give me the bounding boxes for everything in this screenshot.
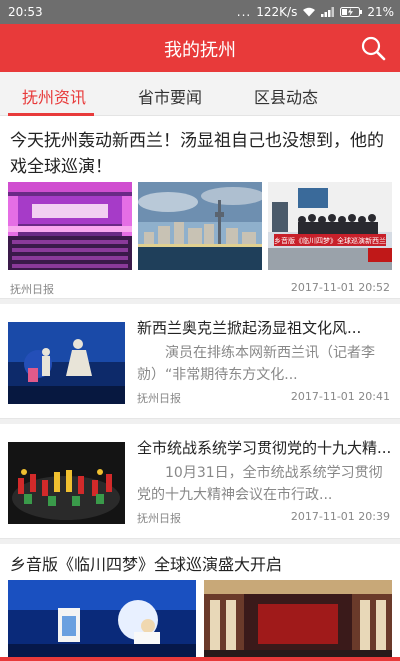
featured-thumbnails: 乡音版《临川四梦》全球巡演新西兰: [8, 182, 392, 270]
battery-level: 21%: [367, 5, 394, 19]
featured-article-2[interactable]: 乡音版《临川四梦》全球巡演盛大开启: [0, 544, 400, 661]
featured-title: 今天抚州轰动新西兰！汤显祖自己也没想到，他的戏全球巡演！: [10, 131, 384, 177]
theater-interior-image: [204, 580, 392, 657]
category-tabs: 抚州资讯 省市要闻 区县动态: [0, 72, 400, 116]
list-item[interactable]: 新西兰奥克兰掀起汤显祖文化风... 演员在排练本网新西兰讯（记者李勍）“非常期待…: [0, 304, 400, 414]
wifi-icon: [303, 7, 316, 17]
bottom-accent-bar: [0, 657, 400, 661]
auckland-skyline-image: [138, 182, 262, 270]
status-bar: 20:53 ... 122K/s 21%: [0, 0, 400, 24]
featured-title: 乡音版《临川四梦》全球巡演盛大开启: [10, 555, 283, 574]
featured-time: 2017-11-01 20:52: [290, 281, 390, 294]
tab-province-news[interactable]: 省市要闻: [138, 84, 202, 108]
notification-dots: ...: [236, 5, 252, 19]
article-summary: 10月31日，全市统战系统学习贯彻党的十九大精神会议在市行政...: [137, 465, 383, 503]
featured-thumbnails: [8, 580, 392, 657]
article-title: 新西兰奥克兰掀起汤显祖文化风...: [137, 319, 362, 337]
list-item[interactable]: 全市统战系统学习贯彻党的十九大精... 10月31日，全市统战系统学习贯彻党的十…: [0, 424, 400, 534]
battery-charging-icon: [340, 7, 363, 17]
tab-fuzhou-news[interactable]: 抚州资讯: [22, 84, 86, 108]
article-time: 2017-11-01 20:39: [290, 510, 390, 523]
tab-county-news[interactable]: 区县动态: [254, 84, 318, 108]
featured-source: 抚州日报: [10, 283, 54, 296]
featured-article[interactable]: 今天抚州轰动新西兰！汤显祖自己也没想到，他的戏全球巡演！ 乡音版《临川四梦》全球…: [0, 116, 400, 296]
theater-stage-image: [8, 182, 132, 270]
article-source: 抚州日报: [137, 392, 181, 405]
group-photo-image: 乡音版《临川四梦》全球巡演新西兰: [268, 182, 392, 270]
stage-performance-image: [8, 322, 125, 404]
opera-performance-image: [8, 580, 196, 657]
app-header: 我的抚州: [0, 24, 400, 72]
banner-text: 乡音版《临川四梦》全球巡演新西兰: [274, 236, 386, 245]
article-source: 抚州日报: [137, 512, 181, 525]
folk-dance-image: [8, 442, 125, 524]
article-title: 全市统战系统学习贯彻党的十九大精...: [137, 439, 392, 457]
signal-icon: [321, 7, 335, 17]
article-summary: 演员在排练本网新西兰讯（记者李勍）“非常期待东方文化...: [137, 345, 375, 383]
network-speed: 122K/s: [256, 5, 298, 19]
search-icon[interactable]: [360, 35, 386, 61]
status-icons: ... 122K/s 21%: [237, 5, 394, 19]
article-time: 2017-11-01 20:41: [290, 390, 390, 403]
page-title: 我的抚州: [164, 40, 236, 61]
clock: 20:53: [8, 5, 43, 19]
